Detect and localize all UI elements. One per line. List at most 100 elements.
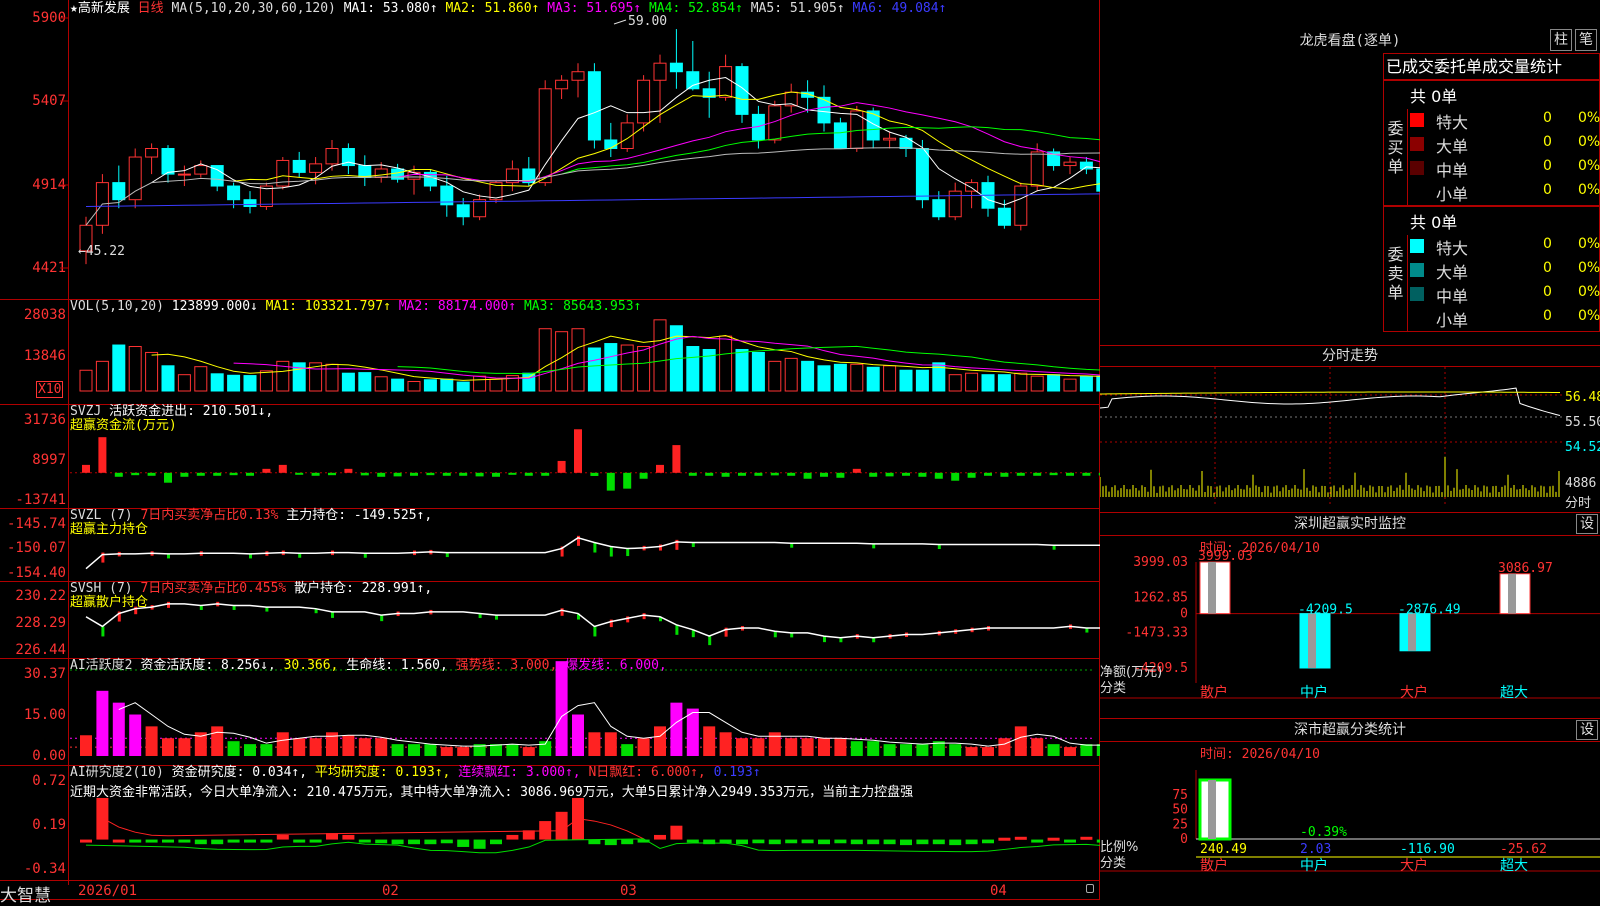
volume-bar xyxy=(653,319,667,392)
flow-bar xyxy=(164,472,172,483)
flow-bar xyxy=(508,472,517,475)
volume-bar xyxy=(1063,378,1077,392)
ai-research-chart[interactable] xyxy=(0,765,1100,880)
flow-bar xyxy=(98,437,107,473)
classify-chart[interactable]: 7550250 比例%分类 -0.39% 240.49散户 2.03中户 -116.90大… xyxy=(1100,755,1600,900)
change-tick xyxy=(331,611,334,618)
volume-bar xyxy=(997,374,1011,392)
lock-icon[interactable] xyxy=(1086,884,1094,893)
classify-settings-button[interactable]: 设 xyxy=(1576,720,1598,740)
research-bar xyxy=(850,839,863,845)
candle-body xyxy=(604,139,618,149)
flow-bar xyxy=(967,472,976,478)
monitor-unit: 净额(万元) xyxy=(1100,665,1162,680)
monitor-category-label: 超大 xyxy=(1500,685,1528,701)
research-bar xyxy=(358,839,371,843)
price-panel[interactable]: 5900 5407 4914 4421 ★高新发展 日线 MA(5,10,20,… xyxy=(0,0,1100,299)
ai-research-panel[interactable]: 0.72 0.19 -0.34 AI研究度2(10) 资金研究度: 0.034↑… xyxy=(0,765,1100,880)
research-bar xyxy=(457,839,470,847)
flow-bar xyxy=(787,472,796,476)
activity-bar xyxy=(490,744,502,756)
minute-chart[interactable] xyxy=(1100,367,1600,512)
volume-bar xyxy=(751,351,765,392)
candle-body xyxy=(833,122,847,149)
volume-bar xyxy=(866,366,880,392)
svzj-chart[interactable] xyxy=(0,404,1100,508)
volume-bar xyxy=(1014,372,1028,392)
order-percent: 0% xyxy=(1578,284,1600,300)
flow-bar xyxy=(869,472,878,477)
candle-body xyxy=(374,168,388,179)
flow-bar xyxy=(229,472,238,476)
classify-y-tick: 50 xyxy=(1172,803,1188,818)
research-bar xyxy=(276,834,289,840)
volume-panel[interactable]: 28038 13846 X10 VOL(5,10,20) 123899.000↓… xyxy=(0,299,1100,404)
flow-bar xyxy=(114,472,123,477)
volume-bar xyxy=(177,374,191,392)
research-bar xyxy=(1031,839,1044,843)
candle-body xyxy=(686,71,700,90)
monitor-chart[interactable]: 3999.03 1262.85 0 -1473.33 -4209.5 净额(万元)分类 39… xyxy=(1100,550,1600,715)
volume-bar xyxy=(571,328,585,392)
order-row: 中单 0 0% xyxy=(1410,283,1600,306)
tab-orders[interactable]: 委托单 xyxy=(1434,57,1482,76)
order-type-label: 特大 xyxy=(1436,113,1469,132)
volume-bar xyxy=(965,372,979,392)
candle-body xyxy=(145,148,159,158)
candle-body xyxy=(292,159,306,173)
flow-bar xyxy=(984,472,992,476)
candlestick-chart[interactable] xyxy=(0,0,1100,299)
volume-bar xyxy=(473,375,487,392)
tab-volume-stats[interactable]: 成交量统计 xyxy=(1482,57,1562,76)
order-percent: 0% xyxy=(1578,110,1600,126)
classify-category-label: 超大 xyxy=(1500,858,1528,874)
min-price-label: ←45.22 xyxy=(78,244,125,259)
volume-bar xyxy=(128,346,142,392)
activity-bar xyxy=(883,744,896,756)
order-type-label: 大单 xyxy=(1436,263,1469,282)
tab-done[interactable]: 已成交 xyxy=(1386,57,1434,76)
volume-bar xyxy=(604,343,618,392)
volume-bar xyxy=(899,369,913,392)
flow-bar xyxy=(1066,472,1074,476)
flow-bar xyxy=(1049,472,1058,476)
candle-body xyxy=(915,148,929,201)
research-bar xyxy=(785,839,798,844)
volume-bar xyxy=(883,365,897,392)
change-tick xyxy=(101,626,105,637)
activity-bar xyxy=(965,747,978,756)
flow-bar xyxy=(836,472,845,478)
research-bar xyxy=(473,839,486,849)
volume-chart[interactable] xyxy=(0,299,1100,404)
flow-bar xyxy=(524,472,533,476)
activity-bar xyxy=(129,714,142,756)
research-bar xyxy=(162,839,174,843)
monitor-settings-button[interactable]: 设 xyxy=(1576,514,1598,534)
ai-active-chart[interactable] xyxy=(0,658,1100,765)
buy-total: 共 0单 xyxy=(1410,87,1458,106)
flow-bar xyxy=(951,472,960,481)
candle-body xyxy=(997,207,1011,226)
research-bar xyxy=(194,839,207,845)
order-type-label: 大单 xyxy=(1436,137,1469,156)
svsh-panel[interactable]: 230.22 228.29 226.44 SVSH (7) 7日内买卖净占比0.… xyxy=(0,581,1100,658)
research-bar xyxy=(1080,836,1093,840)
change-tick xyxy=(675,624,679,635)
svzj-panel[interactable]: 31736 8997 -13741 SVZJ 活跃资金进出: 210.501↓,… xyxy=(0,404,1100,508)
order-row: 大单 0 0% xyxy=(1410,259,1600,282)
tick-mode-button[interactable]: 笔 xyxy=(1575,29,1597,51)
bar-mode-button[interactable]: 柱 xyxy=(1550,29,1572,51)
flow-bar xyxy=(623,472,632,489)
brand-label: 大智慧 xyxy=(0,886,51,906)
research-bar xyxy=(1064,839,1076,843)
svzl-chart[interactable] xyxy=(0,508,1100,581)
volume-bar xyxy=(784,357,798,392)
activity-bar xyxy=(358,738,371,756)
ai-active-panel[interactable]: 30.37 15.00 0.00 AI活跃度2 资金活跃度: 8.256↓, 3… xyxy=(0,658,1100,765)
svsh-chart[interactable] xyxy=(0,581,1100,658)
order-row: 特大 0 0% xyxy=(1410,109,1600,132)
flow-bar xyxy=(442,472,451,476)
svzl-panel[interactable]: -145.74 -150.07 -154.40 SVZL (7) 7日内买卖净占… xyxy=(0,508,1100,581)
activity-bar xyxy=(178,738,191,756)
volume-bar xyxy=(456,381,470,392)
